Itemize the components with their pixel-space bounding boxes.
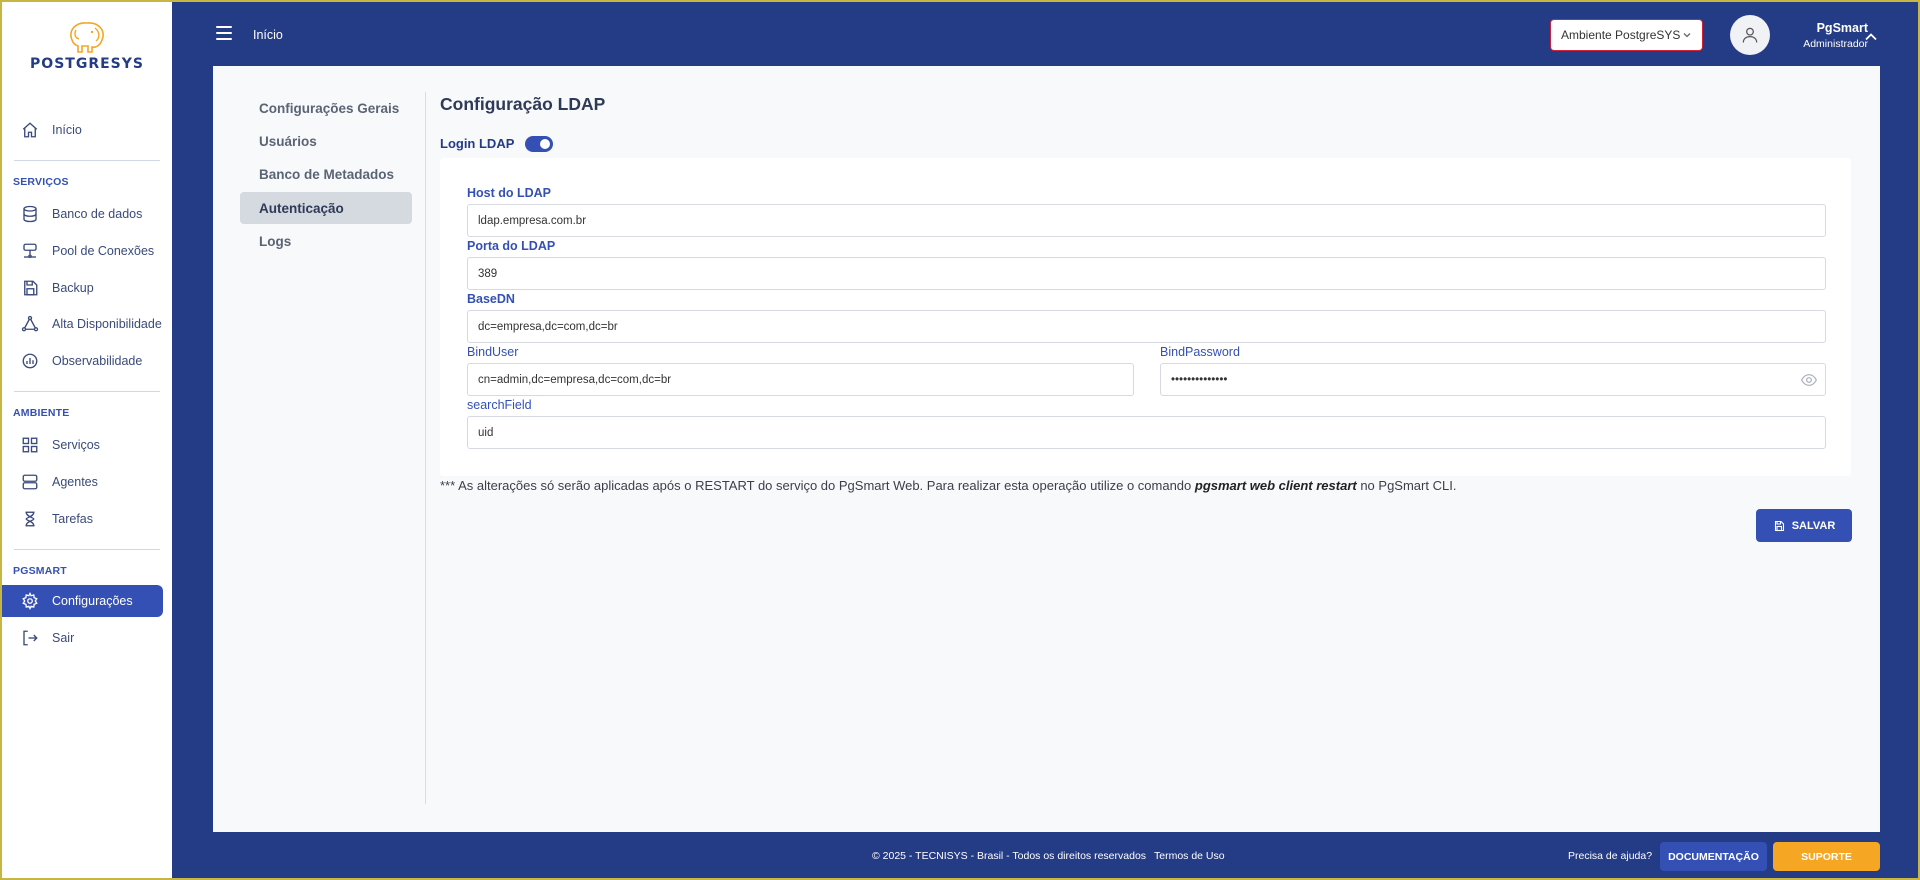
divider bbox=[14, 391, 160, 392]
restart-notice: *** As alterações só serão aplicadas apó… bbox=[440, 478, 1456, 493]
divider bbox=[14, 160, 160, 161]
chart-circle-icon bbox=[20, 351, 40, 371]
sidebar-item-pool-de-conexoes[interactable]: Pool de Conexões bbox=[2, 235, 162, 267]
bindpassword-value: •••••••••••••• bbox=[1171, 373, 1228, 386]
home-icon bbox=[20, 120, 40, 140]
documentation-button[interactable]: DOCUMENTAÇÃO bbox=[1660, 842, 1767, 871]
page-title: Configuração LDAP bbox=[440, 94, 606, 114]
triangle-network-icon bbox=[20, 314, 40, 334]
port-value: 389 bbox=[478, 267, 498, 280]
gear-icon bbox=[20, 591, 40, 611]
database-icon bbox=[20, 204, 40, 224]
notice-suffix: no PgSmart CLI. bbox=[1356, 478, 1457, 493]
eye-icon[interactable] bbox=[1800, 373, 1818, 390]
environment-select-value: Ambiente PostgreSYS bbox=[1561, 28, 1681, 42]
support-button[interactable]: SUPORTE bbox=[1773, 842, 1880, 871]
divider bbox=[425, 92, 426, 804]
section-label-servicos: SERVIÇOS bbox=[13, 176, 69, 188]
ldap-login-label: Login LDAP bbox=[440, 136, 515, 151]
user-icon bbox=[1742, 27, 1758, 43]
port-input[interactable]: 389 bbox=[467, 257, 1826, 290]
connection-pool-icon bbox=[20, 241, 40, 261]
section-label-ambiente: AMBIENTE bbox=[13, 407, 70, 419]
sidebar-item-backup[interactable]: Backup bbox=[2, 272, 162, 304]
sidebar-item-label: Observabilidade bbox=[52, 354, 143, 368]
footer-copyright: © 2025 - TECNISYS - Brasil - Todos os di… bbox=[872, 850, 1147, 862]
brand-name: POSTGRESYS bbox=[30, 56, 144, 72]
notice-command: pgsmart web client restart bbox=[1194, 478, 1357, 493]
searchfield-value: uid bbox=[478, 426, 494, 439]
sidebar-item-label: Pool de Conexões bbox=[52, 244, 155, 258]
divider bbox=[14, 549, 160, 550]
basedn-value: dc=empresa,dc=com,dc=br bbox=[478, 320, 618, 333]
user-name: PgSmart bbox=[1816, 21, 1868, 35]
server-icon bbox=[20, 472, 40, 492]
basedn-label: BaseDN bbox=[467, 292, 515, 306]
sidebar-item-configuracoes[interactable]: Configurações bbox=[2, 585, 163, 617]
chevron-up-icon[interactable] bbox=[1864, 29, 1878, 47]
sidebar-item-label: Configurações bbox=[52, 594, 133, 608]
binduser-value: cn=admin,dc=empresa,dc=com,dc=br bbox=[478, 373, 672, 386]
searchfield-label: searchField bbox=[467, 398, 532, 412]
sidebar-item-agentes[interactable]: Agentes bbox=[2, 466, 162, 498]
user-role: Administrador bbox=[1803, 38, 1868, 50]
menu-icon[interactable] bbox=[216, 26, 232, 40]
sidebar-item-alta-disponibilidade[interactable]: Alta Disponibilidade bbox=[2, 308, 162, 340]
sidebar-item-label: Banco de dados bbox=[52, 207, 143, 221]
sidebar-item-banco-de-dados[interactable]: Banco de dados bbox=[2, 198, 162, 230]
sidebar-item-label: Alta Disponibilidade bbox=[52, 317, 162, 331]
main-content: Configurações Gerais Usuários Banco de M… bbox=[213, 66, 1880, 832]
sidebar-item-label: Serviços bbox=[52, 438, 100, 452]
basedn-input[interactable]: dc=empresa,dc=com,dc=br bbox=[467, 310, 1826, 343]
hourglass-icon bbox=[20, 509, 40, 529]
binduser-label: BindUser bbox=[467, 345, 519, 359]
breadcrumb[interactable]: Início bbox=[253, 28, 283, 42]
sidebar-item-servicos[interactable]: Serviços bbox=[2, 429, 162, 461]
bindpassword-label: BindPassword bbox=[1160, 345, 1240, 359]
environment-select[interactable]: Ambiente PostgreSYS bbox=[1550, 19, 1703, 51]
sidebar: POSTGRESYS Início SERVIÇOS Banco de dado… bbox=[2, 2, 172, 878]
sidebar-item-label: Backup bbox=[52, 281, 94, 295]
host-label: Host do LDAP bbox=[467, 186, 552, 200]
binduser-input[interactable]: cn=admin,dc=empresa,dc=com,dc=br bbox=[467, 363, 1134, 396]
grid-icon bbox=[20, 435, 40, 455]
terms-link[interactable]: Termos de Uso bbox=[1154, 850, 1225, 862]
sidebar-item-label: Agentes bbox=[52, 475, 98, 489]
topbar: Início Ambiente PostgreSYS PgSmart Admin… bbox=[172, 2, 1918, 64]
save-icon bbox=[20, 278, 40, 298]
host-value: ldap.empresa.com.br bbox=[478, 214, 587, 227]
section-label-pgsmart: PGSMART bbox=[13, 565, 67, 577]
save-button-label: SALVAR bbox=[1791, 519, 1836, 532]
postgresys-logo[interactable]: POSTGRESYS bbox=[14, 20, 160, 76]
settings-nav-banco-de-metadados[interactable]: Banco de Metadados bbox=[240, 158, 412, 190]
elephant-logo-icon bbox=[70, 22, 104, 53]
ldap-form-panel: Host do LDAP ldap.empresa.com.br Porta d… bbox=[440, 158, 1851, 476]
host-input[interactable]: ldap.empresa.com.br bbox=[467, 204, 1826, 237]
notice-prefix: *** As alterações só serão aplicadas apó… bbox=[440, 478, 1195, 493]
ldap-login-toggle[interactable] bbox=[525, 136, 553, 152]
settings-nav-autenticacao[interactable]: Autenticação bbox=[240, 192, 412, 224]
sidebar-item-sair[interactable]: Sair bbox=[2, 622, 162, 654]
logout-icon bbox=[20, 628, 40, 648]
chevron-down-icon bbox=[1682, 29, 1692, 43]
settings-nav-configuracoes-gerais[interactable]: Configurações Gerais bbox=[240, 92, 412, 124]
settings-nav-logs[interactable]: Logs bbox=[240, 225, 412, 257]
sidebar-item-observabilidade[interactable]: Observabilidade bbox=[2, 345, 162, 377]
sidebar-item-label: Tarefas bbox=[52, 512, 93, 526]
sidebar-item-tarefas[interactable]: Tarefas bbox=[2, 503, 162, 535]
sidebar-item-label: Sair bbox=[52, 631, 75, 645]
port-label: Porta do LDAP bbox=[467, 239, 556, 253]
save-button[interactable]: SALVAR bbox=[1756, 509, 1852, 542]
settings-nav-usuarios[interactable]: Usuários bbox=[240, 125, 412, 157]
sidebar-item-label: Início bbox=[52, 123, 82, 137]
save-icon bbox=[1774, 520, 1784, 531]
avatar[interactable] bbox=[1730, 15, 1770, 55]
searchfield-input[interactable]: uid bbox=[467, 416, 1826, 449]
bindpassword-input[interactable]: •••••••••••••• bbox=[1160, 363, 1826, 396]
sidebar-item-inicio[interactable]: Início bbox=[2, 114, 162, 146]
help-text: Precisa de ajuda? bbox=[1568, 850, 1653, 862]
